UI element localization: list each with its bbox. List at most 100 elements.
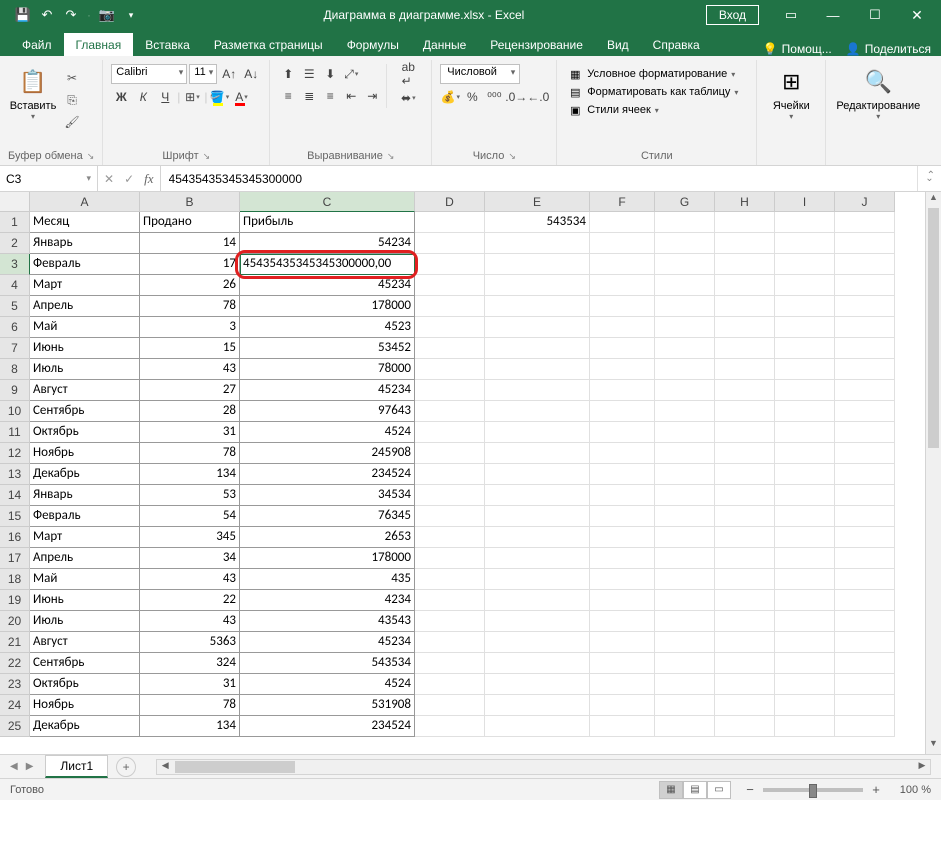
zoom-in-button[interactable]: + — [869, 782, 883, 797]
sheet-prev-icon[interactable]: ◀ — [10, 761, 18, 772]
row-header-12[interactable]: 12 — [0, 443, 30, 464]
cell-D20[interactable] — [415, 611, 485, 632]
scroll-down-icon[interactable]: ▼ — [926, 738, 941, 754]
cell-H12[interactable] — [715, 443, 775, 464]
cell-F8[interactable] — [590, 359, 655, 380]
alignment-launcher[interactable]: ↘ — [387, 151, 395, 162]
cell-D22[interactable] — [415, 653, 485, 674]
cell-D3[interactable] — [415, 254, 485, 275]
font-name-select[interactable]: Calibri — [111, 64, 187, 84]
cell-A1[interactable]: Месяц — [30, 212, 140, 233]
cell-E17[interactable] — [485, 548, 590, 569]
cell-G8[interactable] — [655, 359, 715, 380]
qat-dropdown-icon[interactable]: ▾ — [120, 4, 142, 26]
cell-I7[interactable] — [775, 338, 835, 359]
cell-C17[interactable]: 178000 — [240, 548, 415, 569]
cell-H4[interactable] — [715, 275, 775, 296]
cell-E16[interactable] — [485, 527, 590, 548]
cell-H3[interactable] — [715, 254, 775, 275]
cells-container[interactable]: МесяцПроданоПрибыль543534Январь1454234Фе… — [30, 212, 895, 737]
cell-J22[interactable] — [835, 653, 895, 674]
cell-J21[interactable] — [835, 632, 895, 653]
cell-H2[interactable] — [715, 233, 775, 254]
cell-B2[interactable]: 14 — [140, 233, 240, 254]
cell-D2[interactable] — [415, 233, 485, 254]
tab-insert[interactable]: Вставка — [133, 33, 202, 56]
cell-F24[interactable] — [590, 695, 655, 716]
cell-H14[interactable] — [715, 485, 775, 506]
cell-F4[interactable] — [590, 275, 655, 296]
cell-G13[interactable] — [655, 464, 715, 485]
cell-C8[interactable]: 78000 — [240, 359, 415, 380]
fill-color-button[interactable]: 🪣 — [210, 87, 230, 107]
cell-D17[interactable] — [415, 548, 485, 569]
cell-A11[interactable]: Октябрь — [30, 422, 140, 443]
cell-F6[interactable] — [590, 317, 655, 338]
cell-G20[interactable] — [655, 611, 715, 632]
cell-H19[interactable] — [715, 590, 775, 611]
tab-view[interactable]: Вид — [595, 33, 641, 56]
row-header-18[interactable]: 18 — [0, 569, 30, 590]
cell-F7[interactable] — [590, 338, 655, 359]
formula-input[interactable] — [161, 172, 917, 186]
row-header-16[interactable]: 16 — [0, 527, 30, 548]
cell-D12[interactable] — [415, 443, 485, 464]
cell-D11[interactable] — [415, 422, 485, 443]
row-header-4[interactable]: 4 — [0, 275, 30, 296]
cell-I16[interactable] — [775, 527, 835, 548]
cell-E10[interactable] — [485, 401, 590, 422]
col-header-B[interactable]: B — [140, 192, 240, 212]
row-header-24[interactable]: 24 — [0, 695, 30, 716]
cell-F3[interactable] — [590, 254, 655, 275]
cell-D18[interactable] — [415, 569, 485, 590]
cell-J8[interactable] — [835, 359, 895, 380]
cell-I20[interactable] — [775, 611, 835, 632]
col-header-F[interactable]: F — [590, 192, 655, 212]
vertical-scrollbar[interactable]: ▲ ▼ — [925, 192, 941, 754]
row-header-9[interactable]: 9 — [0, 380, 30, 401]
cell-I3[interactable] — [775, 254, 835, 275]
cell-G3[interactable] — [655, 254, 715, 275]
cell-J15[interactable] — [835, 506, 895, 527]
cell-B5[interactable]: 78 — [140, 296, 240, 317]
maximize-button[interactable]: ☐ — [855, 0, 895, 30]
row-header-7[interactable]: 7 — [0, 338, 30, 359]
cell-C4[interactable]: 45234 — [240, 275, 415, 296]
fx-icon[interactable]: fx — [144, 171, 153, 187]
col-header-I[interactable]: I — [775, 192, 835, 212]
number-launcher[interactable]: ↘ — [508, 151, 516, 162]
cell-J18[interactable] — [835, 569, 895, 590]
cell-F1[interactable] — [590, 212, 655, 233]
row-header-3[interactable]: 3 — [0, 254, 30, 275]
align-center-icon[interactable]: ≣ — [299, 86, 319, 106]
cell-B8[interactable]: 43 — [140, 359, 240, 380]
percent-icon[interactable]: % — [462, 87, 482, 107]
merge-button[interactable]: ⬌ — [393, 88, 423, 108]
tab-formulas[interactable]: Формулы — [335, 33, 411, 56]
cell-E9[interactable] — [485, 380, 590, 401]
share-button[interactable]: 👤Поделиться — [846, 42, 931, 56]
cell-B22[interactable]: 324 — [140, 653, 240, 674]
cell-D4[interactable] — [415, 275, 485, 296]
cell-B3[interactable]: 17 — [140, 254, 240, 275]
cell-J20[interactable] — [835, 611, 895, 632]
number-format-select[interactable]: Числовой — [440, 64, 520, 84]
cell-I5[interactable] — [775, 296, 835, 317]
cell-H7[interactable] — [715, 338, 775, 359]
cell-I1[interactable] — [775, 212, 835, 233]
normal-view-icon[interactable]: ▦ — [659, 781, 683, 799]
cell-G4[interactable] — [655, 275, 715, 296]
cell-I8[interactable] — [775, 359, 835, 380]
cell-F17[interactable] — [590, 548, 655, 569]
cell-F9[interactable] — [590, 380, 655, 401]
cell-I13[interactable] — [775, 464, 835, 485]
cell-J11[interactable] — [835, 422, 895, 443]
cell-C22[interactable]: 543534 — [240, 653, 415, 674]
cell-H13[interactable] — [715, 464, 775, 485]
cell-C5[interactable]: 178000 — [240, 296, 415, 317]
cell-D10[interactable] — [415, 401, 485, 422]
cell-H18[interactable] — [715, 569, 775, 590]
cell-I23[interactable] — [775, 674, 835, 695]
cell-G9[interactable] — [655, 380, 715, 401]
cell-B13[interactable]: 134 — [140, 464, 240, 485]
